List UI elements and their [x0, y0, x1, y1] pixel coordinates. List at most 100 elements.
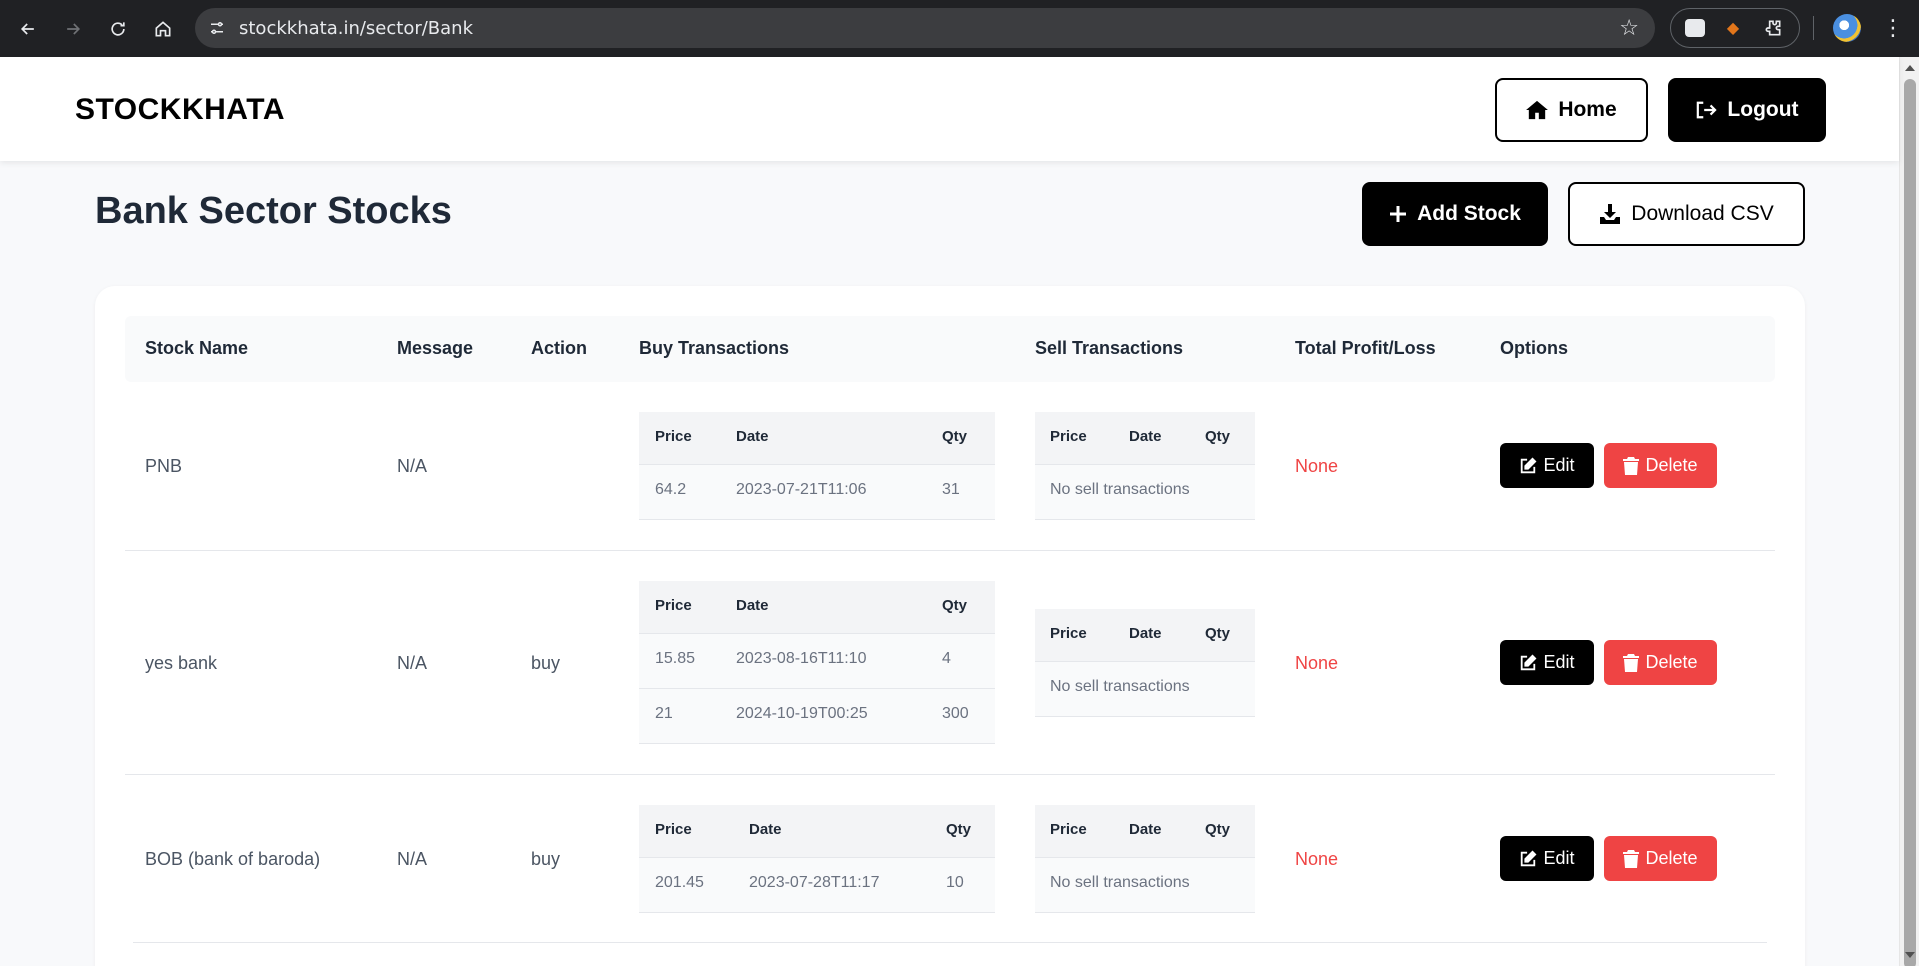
buy-price: 21 — [655, 705, 673, 722]
extensions-group: ◆ — [1670, 8, 1800, 48]
trash-icon — [1623, 849, 1640, 868]
edit-icon — [1521, 850, 1537, 866]
delete-label: Delete — [1645, 455, 1698, 475]
sub-qty: Qty — [1205, 625, 1231, 642]
sub-date: Date — [736, 597, 769, 614]
logout-icon — [1697, 101, 1718, 119]
plus-icon — [1390, 206, 1407, 222]
home-button-label: Home — [1558, 98, 1617, 121]
buy-date: 2024-10-19T00:25 — [736, 705, 868, 722]
delete-button[interactable]: Delete — [1604, 443, 1717, 488]
col-buy-transactions: Buy Transactions — [639, 338, 790, 358]
buy-price: 15.85 — [655, 650, 696, 667]
col-options: Options — [1500, 338, 1568, 358]
no-sell-text: No sell transactions — [1050, 481, 1190, 498]
edit-button[interactable]: Edit — [1500, 443, 1594, 488]
download-icon — [1600, 204, 1621, 224]
delete-button[interactable]: Delete — [1604, 836, 1717, 881]
stock-message: N/A — [397, 653, 428, 673]
home-button[interactable]: Home — [1495, 78, 1648, 142]
stock-message: N/A — [397, 456, 428, 476]
download-csv-button[interactable]: Download CSV — [1568, 182, 1805, 246]
sub-qty: Qty — [942, 428, 968, 445]
edit-label: Edit — [1543, 455, 1575, 475]
sub-price: Price — [1050, 821, 1087, 838]
page-scrollbar[interactable] — [1899, 57, 1919, 966]
sub-qty: Qty — [1205, 428, 1231, 445]
fox-extension-icon[interactable]: ◆ — [1721, 16, 1745, 40]
buy-price: 201.45 — [655, 874, 704, 891]
profile-avatar[interactable] — [1833, 14, 1861, 42]
profit-loss-value: None — [1295, 456, 1339, 476]
sub-qty: Qty — [1205, 821, 1231, 838]
add-stock-label: Add Stock — [1417, 202, 1521, 225]
browser-toolbar: stockkhata.in/sector/Bank ☆ ◆ ⋮ — [0, 0, 1919, 57]
stock-name: PNB — [145, 456, 183, 476]
puzzle-icon[interactable] — [1761, 16, 1785, 40]
scroll-down-icon[interactable] — [1905, 952, 1915, 958]
stock-name: BOB (bank of baroda) — [145, 849, 321, 869]
stocks-table-card: Stock Name Message Action Buy Transactio… — [95, 286, 1805, 966]
sub-date: Date — [749, 821, 782, 838]
profit-loss-value: None — [1295, 849, 1339, 869]
trash-icon — [1623, 653, 1640, 672]
delete-label: Delete — [1645, 652, 1698, 672]
buy-row: 21 2024-10-19T00:25 300 — [639, 688, 995, 743]
edit-button[interactable]: Edit — [1500, 640, 1594, 685]
sub-date: Date — [736, 428, 769, 445]
buy-transactions-table: Price Date Qty 15.85 2023-08-16T11:10 4 … — [639, 581, 995, 744]
logout-button[interactable]: Logout — [1668, 78, 1826, 142]
address-bar[interactable]: stockkhata.in/sector/Bank ☆ — [195, 8, 1655, 48]
site-info-icon[interactable] — [197, 8, 237, 48]
no-sell-text: No sell transactions — [1050, 874, 1190, 891]
download-csv-label: Download CSV — [1631, 202, 1774, 225]
edit-button[interactable]: Edit — [1500, 836, 1594, 881]
buy-row: 64.2 2023-07-21T11:06 31 — [639, 464, 995, 519]
add-stock-button[interactable]: Add Stock — [1362, 182, 1548, 246]
sub-price: Price — [1050, 428, 1087, 445]
col-message: Message — [397, 338, 474, 358]
trash-icon — [1623, 456, 1640, 475]
extension-icon[interactable] — [1685, 19, 1705, 37]
row-divider — [133, 942, 1767, 943]
home-browser-icon[interactable] — [141, 7, 185, 51]
sell-transactions-table: Price Date Qty No sell transactions — [1035, 412, 1255, 520]
buy-qty: 31 — [942, 481, 960, 498]
sub-price: Price — [655, 428, 692, 445]
sell-row: No sell transactions — [1035, 857, 1255, 912]
app-header: STOCKKHATA Home Logout — [0, 57, 1899, 161]
stock-action: buy — [531, 653, 561, 673]
sub-qty: Qty — [942, 597, 968, 614]
sell-subheader: Price Date Qty — [1035, 609, 1255, 661]
brand-logo[interactable]: STOCKKHATA — [75, 93, 285, 127]
edit-label: Edit — [1543, 848, 1575, 868]
sub-price: Price — [655, 821, 692, 838]
buy-qty: 10 — [946, 874, 964, 891]
sell-transactions-table: Price Date Qty No sell transactions — [1035, 805, 1255, 913]
sub-price: Price — [1050, 625, 1087, 642]
buy-price: 64.2 — [655, 481, 687, 498]
bookmark-star-icon[interactable]: ☆ — [1619, 16, 1639, 40]
scroll-thumb[interactable] — [1904, 79, 1916, 966]
stock-action: buy — [531, 849, 561, 869]
forward-icon[interactable] — [51, 7, 95, 51]
sub-date: Date — [1129, 821, 1162, 838]
url-text[interactable]: stockkhata.in/sector/Bank — [239, 18, 473, 39]
edit-icon — [1521, 457, 1537, 473]
buy-transactions-table: Price Date Qty 201.45 2023-07-28T11:17 1… — [639, 805, 995, 913]
col-total-profit-loss: Total Profit/Loss — [1295, 338, 1436, 358]
edit-icon — [1521, 654, 1537, 670]
page-title: Bank Sector Stocks — [95, 190, 452, 232]
sell-subheader: Price Date Qty — [1035, 412, 1255, 464]
row-divider — [125, 774, 1775, 775]
edit-label: Edit — [1543, 652, 1575, 672]
buy-subheader: Price Date Qty — [639, 412, 995, 464]
back-icon[interactable] — [6, 7, 50, 51]
col-stock-name: Stock Name — [145, 338, 249, 358]
reload-icon[interactable] — [96, 7, 140, 51]
scroll-up-icon[interactable] — [1905, 65, 1915, 71]
delete-button[interactable]: Delete — [1604, 640, 1717, 685]
buy-transactions-table: Price Date Qty 64.2 2023-07-21T11:06 31 — [639, 412, 995, 520]
buy-subheader: Price Date Qty — [639, 581, 995, 633]
browser-menu-icon[interactable]: ⋮ — [1882, 14, 1904, 42]
